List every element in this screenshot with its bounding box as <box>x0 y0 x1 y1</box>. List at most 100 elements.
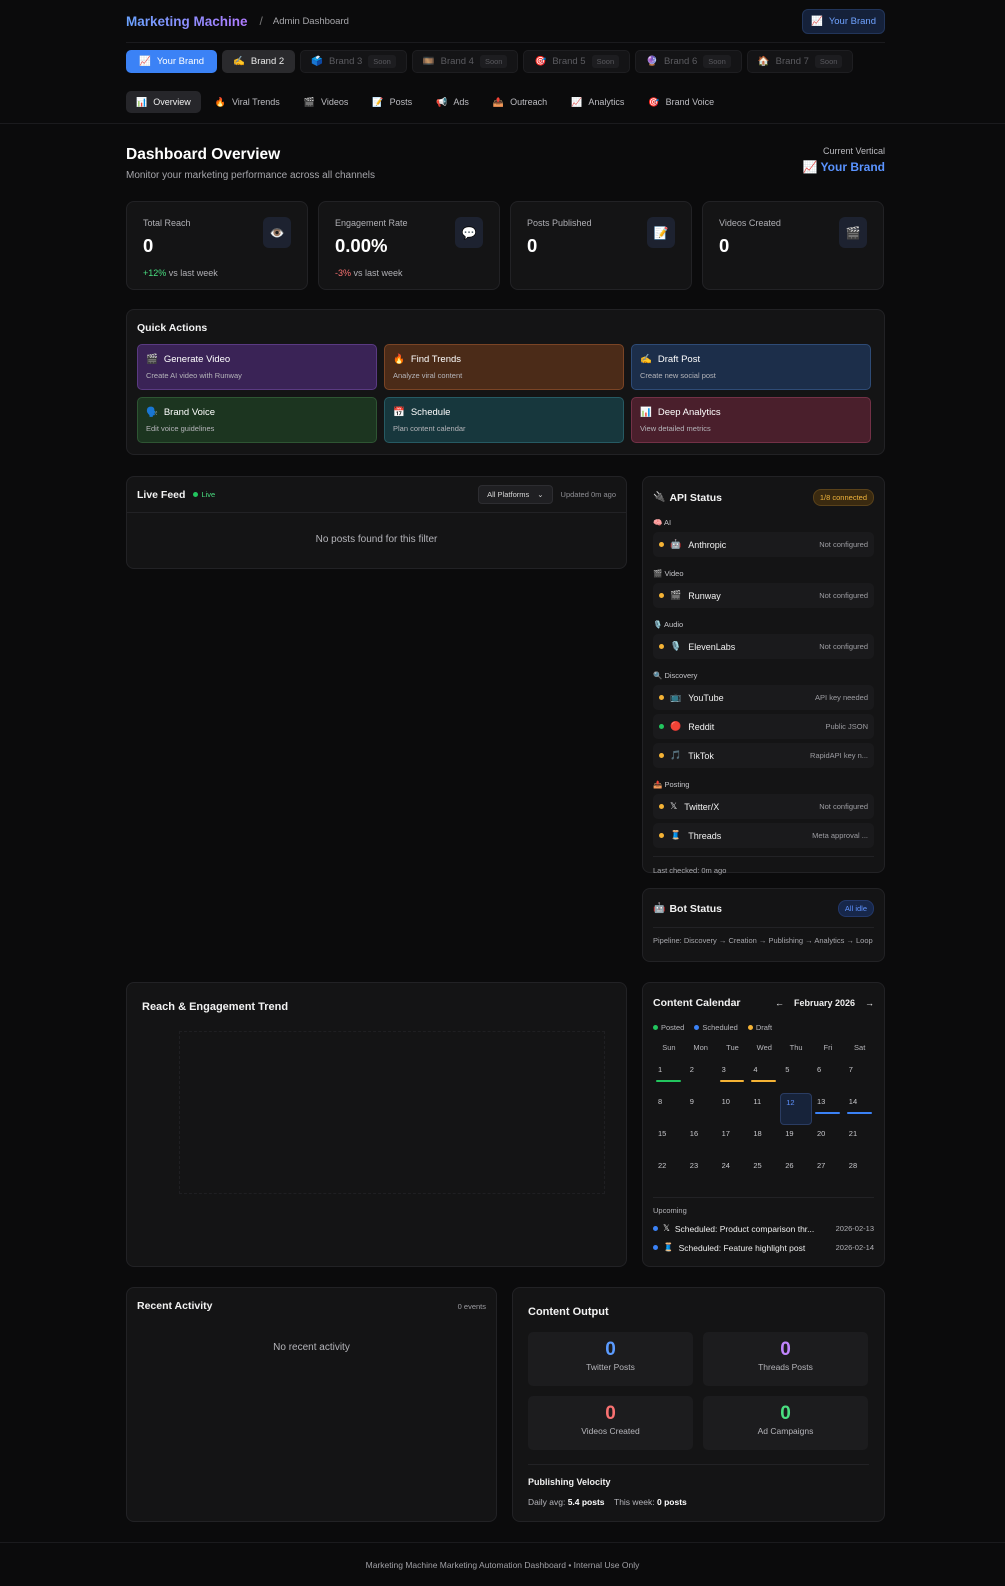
calendar-day[interactable]: 11 <box>748 1093 780 1125</box>
posting-group-icon: 📤 <box>653 780 663 789</box>
calendar-day[interactable]: 9 <box>685 1093 717 1125</box>
api-row-twitter-x[interactable]: 𝕏 Twitter/X Not configured <box>653 794 874 819</box>
calendar-day[interactable]: 27 <box>812 1157 844 1189</box>
service-status: RapidAPI key n... <box>810 751 868 760</box>
upcoming-item[interactable]: 𝕏 Scheduled: Product comparison thr... 202… <box>653 1223 874 1234</box>
day-event-bar <box>656 1080 681 1082</box>
calendar-day[interactable]: 10 <box>717 1093 749 1125</box>
calendar-day[interactable]: 23 <box>685 1157 717 1189</box>
calendar-day[interactable]: 8 <box>653 1093 685 1125</box>
calendar-day[interactable]: 19 <box>780 1125 812 1157</box>
brand-tab-7[interactable]: 🏠 Brand 7 Soon <box>746 50 854 73</box>
brand-tab-5[interactable]: 🎯 Brand 5 Soon <box>523 50 631 73</box>
writing-hand-icon: ✍️ <box>233 56 245 67</box>
calendar-day[interactable]: 21 <box>844 1125 876 1157</box>
calendar-day[interactable]: 13 <box>812 1093 844 1125</box>
day-number: 7 <box>848 1065 853 1074</box>
tab-videos[interactable]: 🎬 Videos <box>294 91 359 113</box>
api-row-reddit[interactable]: 🔴 Reddit Public JSON <box>653 714 874 739</box>
weekday-header: Sun <box>662 1043 676 1052</box>
deep-analytics-button[interactable]: 📊 Deep Analytics View detailed metrics <box>631 397 871 443</box>
memo-icon: 📝 <box>372 96 384 107</box>
day-number: 28 <box>848 1161 858 1170</box>
calendar-day[interactable]: 28 <box>844 1157 876 1189</box>
brand-tab-6[interactable]: 🔮 Brand 6 Soon <box>635 50 742 73</box>
day-number: 15 <box>658 1129 667 1138</box>
top-bar: Marketing Machine / Admin Dashboard 📈 Yo… <box>126 0 885 43</box>
quick-actions-title: Quick Actions <box>137 322 208 334</box>
app-logo[interactable]: Marketing Machine <box>126 14 248 29</box>
tab-outreach[interactable]: 📤 Outreach <box>483 91 557 113</box>
day-number: 8 <box>658 1097 663 1106</box>
calendar-day[interactable]: 25 <box>748 1157 780 1189</box>
tab-posts[interactable]: 📝 Posts <box>362 91 422 113</box>
day-number: 20 <box>816 1129 826 1138</box>
live-indicator: Live <box>193 490 215 499</box>
calendar-day[interactable]: 7 <box>844 1061 876 1093</box>
brand-switcher-button[interactable]: 📈 Your Brand <box>801 8 885 34</box>
api-group-name: Video <box>664 569 684 578</box>
api-row-youtube[interactable]: 📺 YouTube API key needed <box>653 685 874 710</box>
api-row-anthropic[interactable]: 🤖 Anthropic Not configured <box>653 532 874 557</box>
calendar-day[interactable]: 24 <box>717 1157 749 1189</box>
output-value: 0 <box>605 1403 616 1424</box>
api-row-elevenlabs[interactable]: 🎙️ ElevenLabs Not configured <box>653 634 874 659</box>
calendar-day[interactable]: 17 <box>717 1125 749 1157</box>
chart-icon: 📈 <box>810 15 823 27</box>
api-row-threads[interactable]: 🧵 Threads Meta approval ... <box>653 823 874 848</box>
upcoming-label: Upcoming <box>653 1197 874 1215</box>
bot-pipeline: Pipeline: Discovery → Creation → Publish… <box>653 927 874 946</box>
overview-header: Dashboard Overview Monitor your marketin… <box>126 146 885 181</box>
tab-viral-trends[interactable]: 🔥 Viral Trends <box>205 91 290 113</box>
calendar-day[interactable]: 26 <box>780 1157 812 1189</box>
tab-label: Ads <box>453 97 469 107</box>
prev-month-button[interactable]: ← <box>775 998 784 1008</box>
find-trends-button[interactable]: 🔥 Find Trends Analyze viral content <box>384 344 624 390</box>
calendar-day[interactable]: 1 <box>653 1061 685 1093</box>
upcoming-date: 2026-02-13 <box>835 1224 874 1233</box>
soon-badge: Soon <box>591 55 620 68</box>
calendar-day[interactable]: 18 <box>748 1125 780 1157</box>
calendar-day[interactable]: 22 <box>653 1157 685 1189</box>
api-group-label: 🧠 AI <box>653 518 874 527</box>
service-name: TikTok <box>688 750 714 761</box>
calendar-day[interactable]: 5 <box>780 1061 812 1093</box>
service-icon: 🎬 <box>670 590 682 600</box>
calendar-day[interactable]: 14 <box>844 1093 876 1125</box>
draft-post-button[interactable]: ✍️ Draft Post Create new social post <box>631 344 871 390</box>
upcoming-date: 2026-02-14 <box>835 1243 874 1252</box>
api-row-runway[interactable]: 🎬 Runway Not configured <box>653 583 874 608</box>
day-number: 2 <box>689 1065 694 1074</box>
tab-ads[interactable]: 📢 Ads <box>426 91 479 113</box>
platform-filter-select[interactable]: All Platforms ⌄ <box>478 485 553 504</box>
content-output-title: Content Output <box>528 1306 609 1318</box>
service-name: Reddit <box>688 721 715 732</box>
calendar-day[interactable]: 4 <box>748 1061 780 1093</box>
calendar-day-today[interactable]: 12 <box>780 1093 812 1125</box>
generate-video-button[interactable]: 🎬 Generate Video Create AI video with Runw… <box>137 344 377 390</box>
tab-analytics[interactable]: 📈 Analytics <box>561 91 634 113</box>
brand-voice-button[interactable]: 🗣️ Brand Voice Edit voice guidelines <box>137 397 377 443</box>
calendar-day[interactable]: 2 <box>685 1061 717 1093</box>
status-dot <box>659 644 664 649</box>
brand-tab-2[interactable]: ✍️ Brand 2 <box>222 50 296 73</box>
upcoming-item[interactable]: 🧵 Scheduled: Feature highlight post 2026-0… <box>653 1242 874 1253</box>
weekday-header: Thu <box>789 1043 803 1052</box>
calendar-day[interactable]: 20 <box>812 1125 844 1157</box>
current-vertical-value[interactable]: 📈 Your Brand <box>802 160 885 174</box>
api-row-tiktok[interactable]: 🎵 TikTok RapidAPI key n... <box>653 743 874 768</box>
tab-brand-voice[interactable]: 🎯 Brand Voice <box>638 91 724 113</box>
brand-tab-3[interactable]: 🗳️ Brand 3 Soon <box>300 50 407 73</box>
velocity-title: Publishing Velocity <box>528 1477 611 1487</box>
calendar-day[interactable]: 3 <box>717 1061 749 1093</box>
brand-tab-4[interactable]: 🎞️ Brand 4 Soon <box>411 50 519 73</box>
calendar-day[interactable]: 16 <box>685 1125 717 1157</box>
action-label: Brand Voice <box>163 407 216 418</box>
schedule-button[interactable]: 📅 Schedule Plan content calendar <box>384 397 624 443</box>
brand-tab-1[interactable]: 📈 Your Brand <box>126 50 218 73</box>
api-group-label: 🎙️ Audio <box>653 620 874 629</box>
calendar-day[interactable]: 15 <box>653 1125 685 1157</box>
next-month-button[interactable]: → <box>865 998 874 1008</box>
tab-overview[interactable]: 📊 Overview <box>126 91 201 113</box>
calendar-day[interactable]: 6 <box>812 1061 844 1093</box>
